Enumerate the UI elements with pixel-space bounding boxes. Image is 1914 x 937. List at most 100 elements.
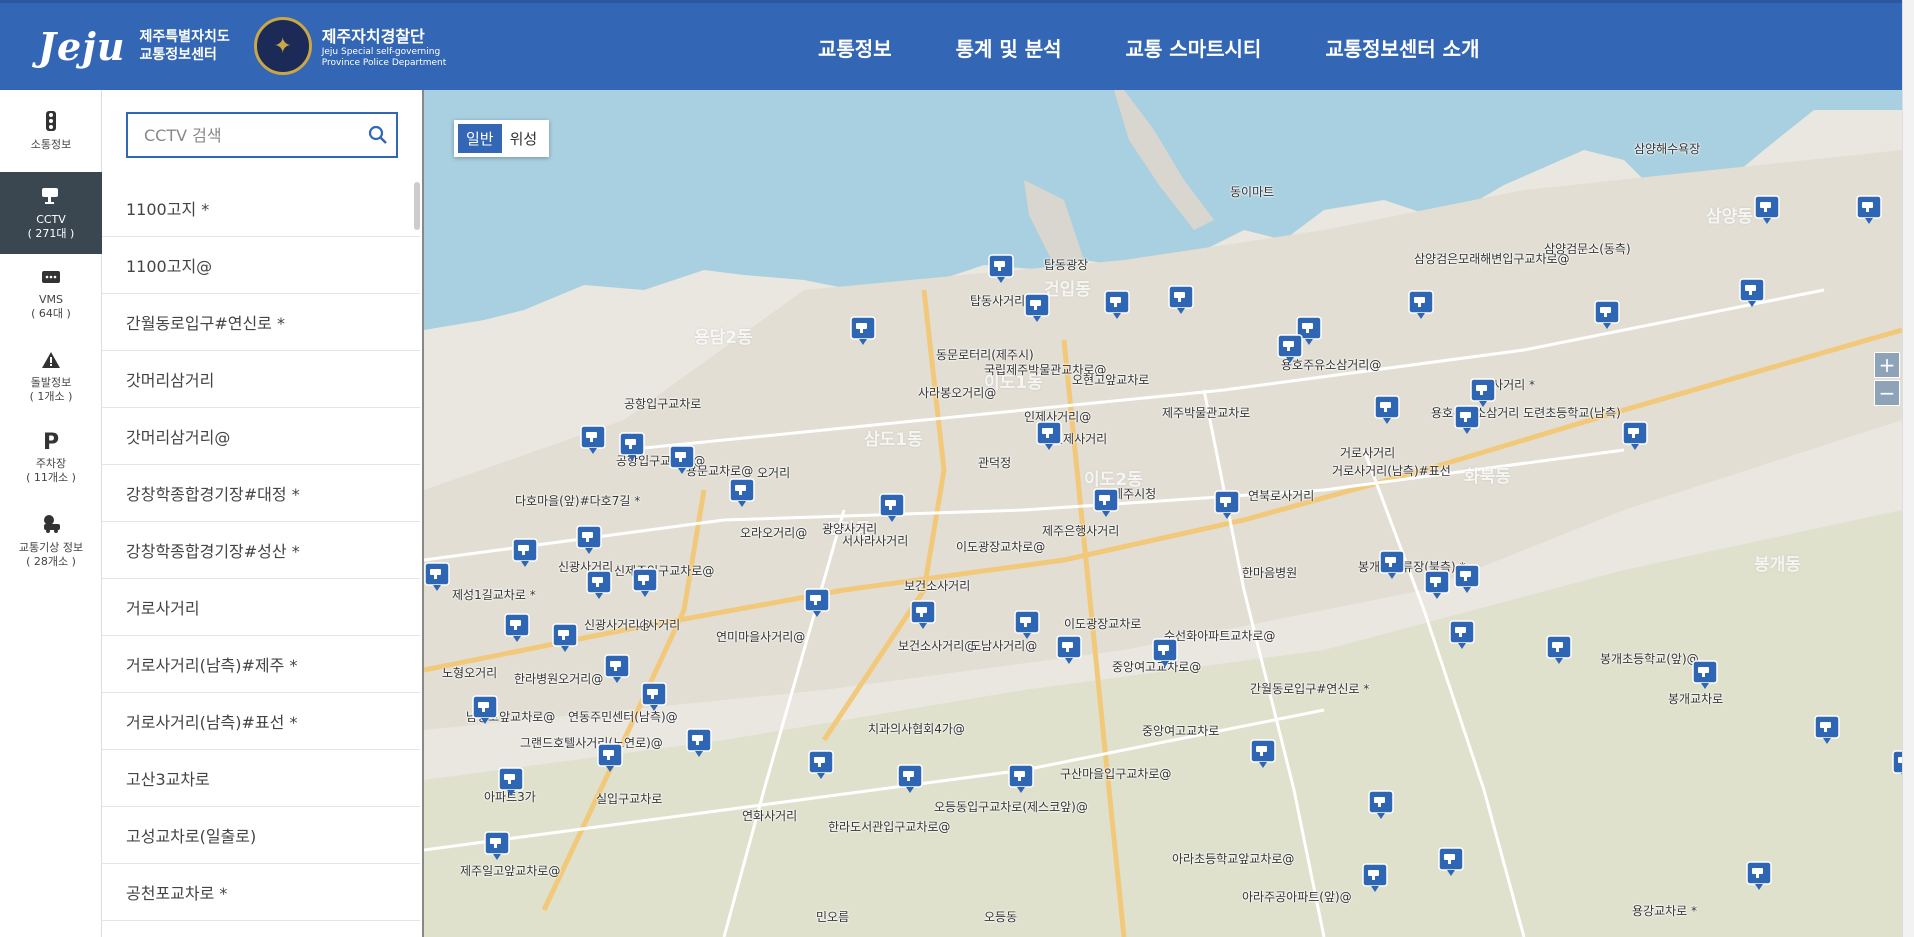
cctv-map-label[interactable]: 수선화아파트교차로@: [1164, 627, 1275, 644]
cctv-map-label[interactable]: 공항입구교차로: [624, 395, 701, 412]
cctv-marker-icon[interactable]: [1168, 285, 1194, 315]
cctv-marker-icon[interactable]: [504, 613, 530, 643]
cctv-map-label[interactable]: 민오름: [816, 908, 849, 925]
nav-traffic-info[interactable]: 교통정보: [818, 33, 892, 62]
cctv-marker-icon[interactable]: [1594, 300, 1620, 330]
cctv-map-label[interactable]: 광양사거리: [822, 520, 877, 537]
sidebar-item-traffic[interactable]: 소통정보: [0, 90, 102, 172]
cctv-marker-icon[interactable]: [1250, 739, 1276, 769]
cctv-marker-icon[interactable]: [1408, 290, 1434, 320]
nav-smart-city[interactable]: 교통 스마트시티: [1126, 33, 1262, 62]
sidebar-item-parking[interactable]: P 주차장 ( 11개소 ): [0, 418, 102, 500]
cctv-list-item[interactable]: 1100고지@: [102, 237, 420, 294]
cctv-marker-icon[interactable]: [1739, 278, 1765, 308]
cctv-marker-icon[interactable]: [1454, 564, 1480, 594]
cctv-map-label[interactable]: 용문교차로@: [686, 462, 753, 479]
cctv-marker-icon[interactable]: [1024, 293, 1050, 323]
cctv-map-label[interactable]: 신제주입구교차로@: [614, 562, 714, 579]
cctv-map-label[interactable]: 연북로사거리: [1248, 487, 1314, 504]
cctv-marker-icon[interactable]: [1379, 550, 1405, 580]
cctv-marker-icon[interactable]: [576, 525, 602, 555]
zoom-in-button[interactable]: +: [1874, 352, 1900, 378]
cctv-map-label[interactable]: 노형오거리: [442, 664, 497, 681]
cctv-list-item[interactable]: 공천포교차로 *: [102, 864, 420, 921]
cctv-map-label[interactable]: 간월동로입구#연신로 *: [1250, 680, 1369, 697]
cctv-marker-icon[interactable]: [632, 568, 658, 598]
cctv-map-label[interactable]: 한마음병원: [1242, 564, 1297, 581]
nav-about[interactable]: 교통정보센터 소개: [1325, 33, 1479, 62]
cctv-map-label[interactable]: 연미마을사거리@: [716, 628, 805, 645]
cctv-map-label[interactable]: 오현고앞교차로: [1072, 371, 1149, 388]
cctv-map-label[interactable]: 용강교차로 *: [1632, 902, 1697, 919]
sidebar-item-incident[interactable]: 돌발정보 ( 1개소 ): [0, 336, 102, 418]
cctv-map-label[interactable]: 한라병원오거리@: [514, 670, 603, 687]
cctv-list-item[interactable]: 갓머리삼거리: [102, 351, 420, 408]
cctv-marker-icon[interactable]: [1362, 863, 1388, 893]
search-icon[interactable]: [360, 125, 396, 145]
cctv-list-item[interactable]: 갓머리삼거리@: [102, 408, 420, 465]
cctv-map-label[interactable]: 한라도서관입구교차로@: [828, 818, 950, 835]
cctv-list-item[interactable]: 1100고지 *: [102, 180, 420, 237]
cctv-marker-icon[interactable]: [1546, 635, 1572, 665]
cctv-marker-icon[interactable]: [1814, 715, 1840, 745]
cctv-marker-icon[interactable]: [808, 750, 834, 780]
cctv-map-label[interactable]: 이도광장교차로@: [956, 538, 1045, 555]
cctv-map-label[interactable]: 삼양검문소(동측): [1544, 240, 1631, 257]
cctv-map-label[interactable]: 삼양해수욕장: [1634, 140, 1700, 157]
cctv-map-label[interactable]: 오라오거리@: [740, 524, 807, 541]
cctv-marker-icon[interactable]: [1692, 660, 1718, 690]
cctv-marker-icon[interactable]: [1014, 610, 1040, 640]
cctv-map-label[interactable]: 탑동사거리: [970, 292, 1025, 309]
map-type-normal[interactable]: 일반: [458, 124, 502, 153]
cctv-marker-icon[interactable]: [729, 478, 755, 508]
cctv-marker-icon[interactable]: [1622, 421, 1648, 451]
cctv-map-label[interactable]: 제주은행사거리: [1042, 522, 1119, 539]
cctv-map-label[interactable]: 다호마을(앞)#다호7길 *: [515, 492, 640, 509]
cctv-marker-icon[interactable]: [1374, 395, 1400, 425]
cctv-map-label[interactable]: 봉개교차로: [1668, 690, 1723, 707]
cctv-marker-icon[interactable]: [597, 743, 623, 773]
cctv-marker-icon[interactable]: [804, 588, 830, 618]
cctv-list-item[interactable]: 강창학종합경기장#성산 *: [102, 522, 420, 579]
cctv-list-item[interactable]: 강창학종합경기장#대정 *: [102, 465, 420, 522]
cctv-list-item[interactable]: 간월동로입구#연신로 *: [102, 294, 420, 351]
zoom-out-button[interactable]: −: [1874, 380, 1900, 406]
search-input[interactable]: [128, 114, 360, 156]
cctv-marker-icon[interactable]: [897, 764, 923, 794]
jeju-logo[interactable]: Jeju: [38, 24, 126, 69]
cctv-list-item[interactable]: 거로사거리(남측)#제주 *: [102, 636, 420, 693]
cctv-map-label[interactable]: 오거리: [757, 464, 790, 481]
sidebar-item-vms[interactable]: VMS ( 64대 ): [0, 254, 102, 336]
cctv-map-label[interactable]: 실입구교차로: [596, 790, 662, 807]
cctv-map-label[interactable]: 연화사거리: [742, 807, 797, 824]
cctv-list-item[interactable]: 고산3교차로: [102, 750, 420, 807]
page-scrollbar[interactable]: [1902, 0, 1914, 937]
cctv-map-label[interactable]: 구산마을입구교차로@: [1060, 765, 1171, 782]
cctv-marker-icon[interactable]: [472, 695, 498, 725]
cctv-marker-icon[interactable]: [498, 767, 524, 797]
cctv-marker-icon[interactable]: [1454, 405, 1480, 435]
cctv-list-item[interactable]: 거로사거리(남측)#표선 *: [102, 693, 420, 750]
cctv-marker-icon[interactable]: [1104, 290, 1130, 320]
cctv-marker-icon[interactable]: [1056, 635, 1082, 665]
cctv-map-label[interactable]: 탑동광장: [1044, 256, 1088, 273]
cctv-marker-icon[interactable]: [1892, 750, 1902, 780]
cctv-marker-icon[interactable]: [580, 425, 606, 455]
cctv-marker-icon[interactable]: [1438, 847, 1464, 877]
cctv-map-label[interactable]: 봉개초등학교(앞)@: [1600, 650, 1699, 667]
cctv-map-label[interactable]: 보건소사거리@: [898, 637, 976, 654]
cctv-map-label[interactable]: 보건소사거리: [904, 577, 970, 594]
cctv-marker-icon[interactable]: [586, 570, 612, 600]
cctv-marker-icon[interactable]: [686, 728, 712, 758]
cctv-marker-icon[interactable]: [1856, 195, 1882, 225]
cctv-marker-icon[interactable]: [1214, 490, 1240, 520]
cctv-list-item[interactable]: 거로사거리: [102, 579, 420, 636]
cctv-map-label[interactable]: 제주박물관교차로: [1162, 404, 1250, 421]
nav-statistics[interactable]: 통계 및 분석: [956, 33, 1062, 62]
cctv-marker-icon[interactable]: [1746, 861, 1772, 891]
cctv-marker-icon[interactable]: [1368, 790, 1394, 820]
cctv-map-label[interactable]: 오등동: [984, 908, 1017, 925]
cctv-marker-icon[interactable]: [1754, 195, 1780, 225]
list-scrollbar[interactable]: [414, 182, 420, 230]
cctv-map-label[interactable]: 나사거리: [636, 616, 680, 633]
